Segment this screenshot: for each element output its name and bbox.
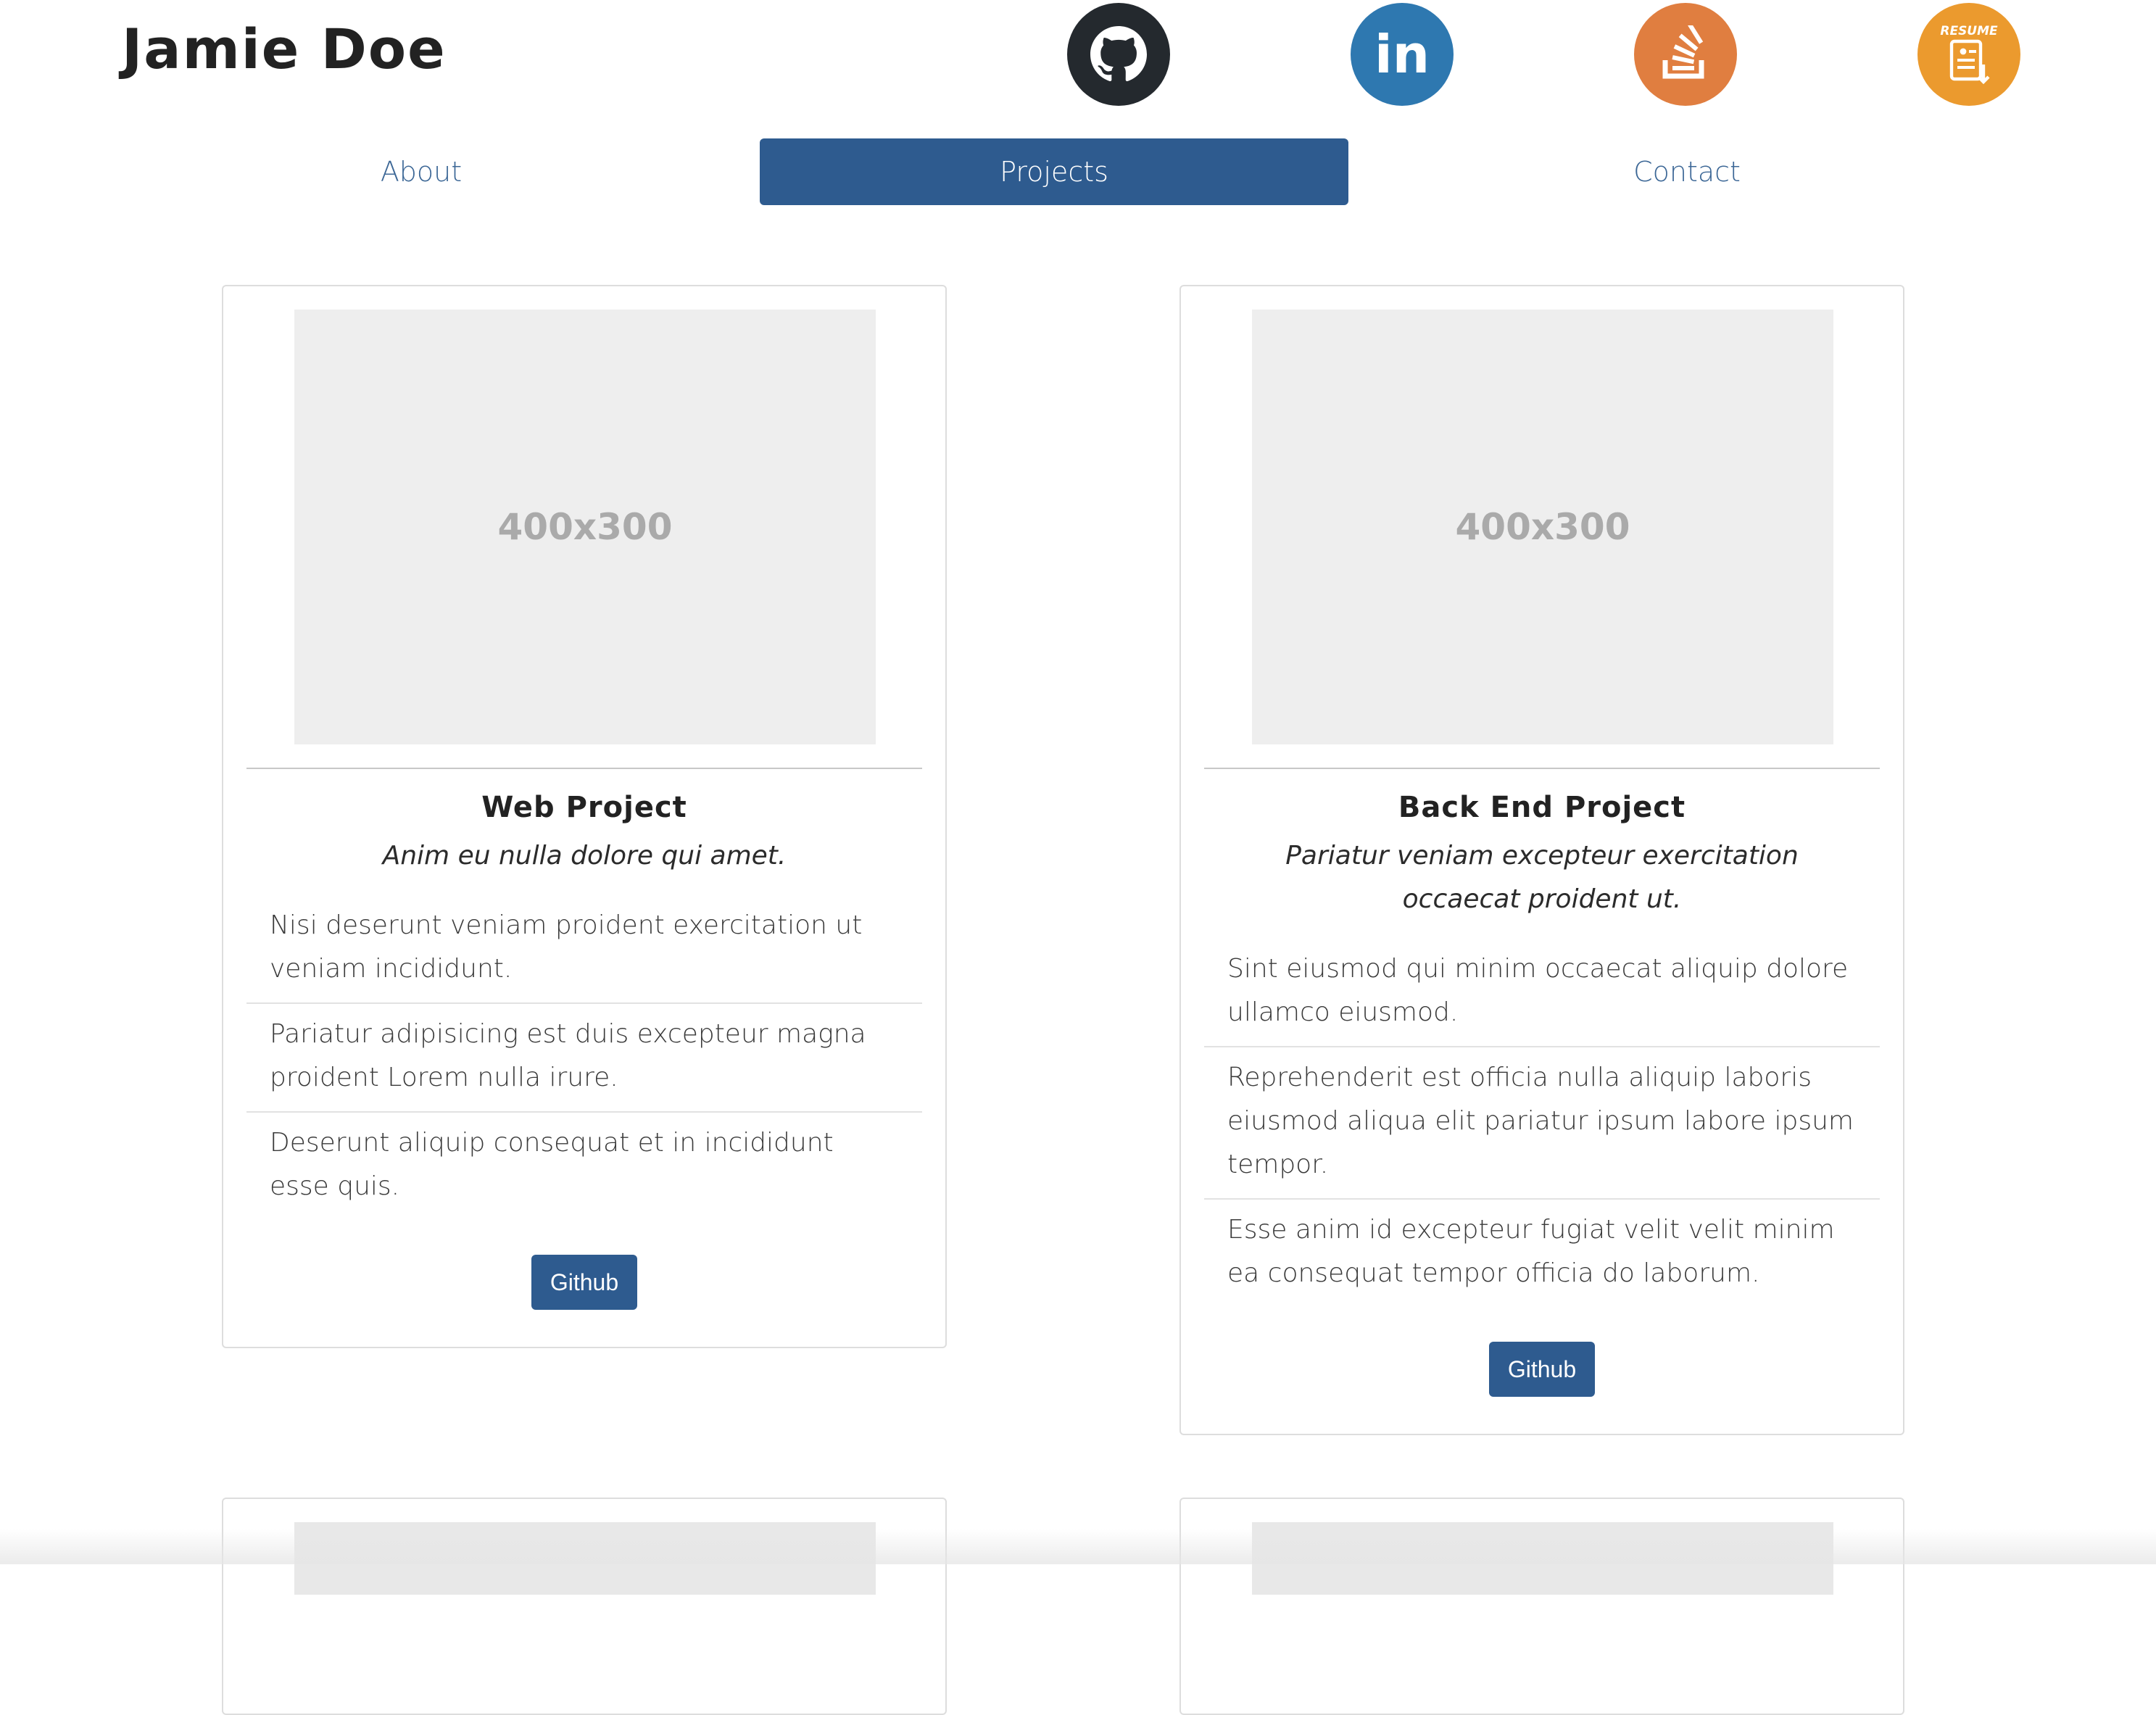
list-item: Reprehenderit est officia nulla aliquip … — [1204, 1046, 1880, 1198]
github-link[interactable] — [1067, 3, 1170, 106]
project-card: 400x300 Back End Project Pariatur veniam… — [1179, 285, 1904, 1435]
stackoverflow-icon — [1662, 25, 1704, 79]
linkedin-link[interactable]: in — [1351, 3, 1454, 106]
github-button[interactable]: Github — [1488, 1342, 1596, 1397]
list-item: Sint eiusmod qui minim occaecat aliquip … — [1227, 954, 1849, 1027]
project-feature-list: Sint eiusmod qui minim occaecat aliquip … — [1204, 939, 1880, 1307]
project-image-placeholder: 400x300 — [294, 310, 876, 744]
list-item: Nisi deserunt veniam proident exercitati… — [270, 910, 863, 984]
project-subtitle: Anim eu nulla dolore qui amet. — [382, 841, 787, 871]
card-divider — [1204, 768, 1880, 769]
nav-contact[interactable]: Contact — [1393, 138, 1981, 205]
project-title: Web Project — [481, 791, 687, 824]
linkedin-icon: in — [1375, 24, 1430, 85]
document-download-icon — [1949, 39, 1990, 85]
github-icon — [1090, 26, 1147, 82]
list-item: Esse anim id excepteur fugiat velit veli… — [1204, 1198, 1880, 1307]
list-item: Deserunt aliquip consequat et in incidid… — [246, 1111, 922, 1220]
stackoverflow-link[interactable] — [1634, 3, 1737, 106]
scroll-fade — [0, 1529, 2156, 1564]
project-subtitle: Pariatur veniam excepteur exercitation o… — [1285, 841, 1799, 914]
list-item: Pariatur adipisicing est duis excepteur … — [246, 1002, 922, 1111]
github-button[interactable]: Github — [531, 1255, 638, 1310]
main-nav: About Projects Contact — [0, 138, 2156, 205]
project-image-placeholder: 400x300 — [1252, 310, 1833, 744]
resume-label: RESUME — [1940, 24, 1998, 38]
project-card: 400x300 Web Project Anim eu nulla dolore… — [222, 285, 947, 1348]
card-divider — [246, 768, 922, 769]
project-feature-list: Nisi deserunt veniam proident exercitati… — [246, 895, 922, 1220]
project-title: Back End Project — [1398, 791, 1686, 824]
site-title: Jamie Doe — [122, 17, 447, 81]
resume-icon: RESUME — [1940, 24, 1998, 85]
nav-projects[interactable]: Projects — [760, 138, 1348, 205]
nav-about[interactable]: About — [127, 138, 716, 205]
resume-link[interactable]: RESUME — [1917, 3, 2020, 106]
